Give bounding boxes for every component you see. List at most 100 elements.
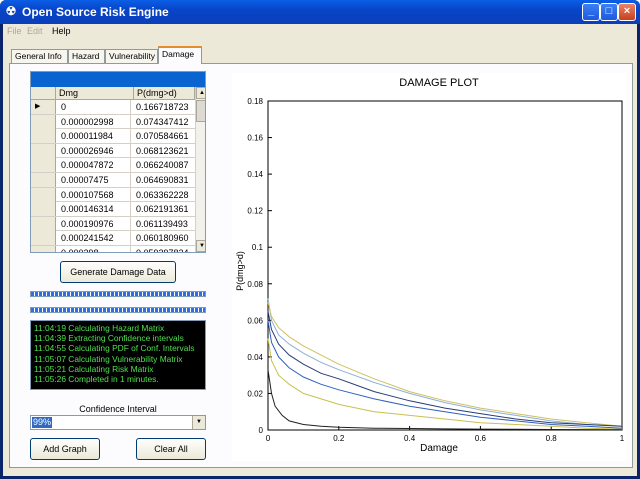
cell-dmg[interactable]: 0.000190976	[59, 216, 131, 231]
cell-prob[interactable]: 0.062191361	[134, 202, 195, 216]
close-button[interactable]: ×	[618, 3, 636, 21]
row-selector[interactable]	[31, 143, 56, 158]
tab-hazard[interactable]: Hazard	[68, 49, 105, 63]
chevron-down-icon[interactable]: ▼	[192, 416, 205, 429]
row-selector[interactable]	[31, 187, 56, 202]
table-row[interactable]: 0.000011984 0.070584661	[31, 129, 195, 144]
cell-prob[interactable]: 0.066240087	[134, 158, 195, 172]
table-row[interactable]: 0.000002998 0.074347412	[31, 114, 195, 130]
x-tick-label: 0	[266, 434, 271, 443]
table-row[interactable]: 0.000047872 0.066240087	[31, 158, 195, 173]
title-bar[interactable]: ☢ Open Source Risk Engine _ □ ×	[0, 0, 640, 24]
log-line: 11:04:55 Calculating PDF of Conf. Interv…	[34, 343, 195, 354]
row-selector[interactable]	[31, 114, 56, 129]
damage-plot-svg: DAMAGE PLOT Damage P(dmg>d) 0 0.02 0.04 0.0…	[232, 73, 626, 461]
tab-vulnerability[interactable]: Vulnerability	[105, 49, 158, 63]
cell-dmg[interactable]: 0.000047872	[59, 158, 131, 173]
y-tick-label: 0.16	[247, 134, 263, 143]
status-log: 11:04:19 Calculating Hazard Matrix 11:04:…	[30, 320, 206, 390]
cell-prob[interactable]: 0.166718723	[134, 100, 195, 114]
damage-plot: DAMAGE PLOT Damage P(dmg>d) 0 0.02 0.04 0.0…	[232, 73, 626, 461]
table-row[interactable]: 0.000190976 0.061139493	[31, 216, 195, 232]
menu-edit[interactable]: Edit	[27, 26, 43, 36]
cell-dmg[interactable]: 0.000107568	[59, 187, 131, 202]
minimize-button[interactable]: _	[582, 3, 600, 21]
table-body: ▶ 0 0.166718723 0.000002998 0.074347412 0.000…	[31, 100, 195, 252]
cell-prob[interactable]: 0.061139493	[134, 217, 195, 231]
cell-prob[interactable]: 0.059297824	[134, 246, 195, 252]
row-selector[interactable]	[31, 216, 56, 231]
scroll-thumb[interactable]	[196, 100, 205, 122]
cell-prob[interactable]: 0.070584661	[134, 129, 195, 143]
column-header-dmg[interactable]: Dmg	[56, 87, 134, 100]
cell-dmg[interactable]: 0.000011984	[59, 129, 131, 144]
y-tick-label: 0.06	[247, 316, 263, 325]
damage-table[interactable]: Dmg P(dmg>d) ▶ 0 0.166718723 0.000002998 0.0…	[30, 71, 206, 253]
table-scrollbar[interactable]: ▲ ▼	[195, 87, 205, 252]
table-row[interactable]: 0.0002980.059297824	[31, 245, 195, 252]
table-row[interactable]: ▶ 0 0.166718723	[31, 100, 195, 115]
x-tick-label: 0.2	[333, 434, 345, 443]
confidence-interval-select[interactable]: 99% ▼	[30, 415, 206, 430]
damage-panel: Dmg P(dmg>d) ▶ 0 0.166718723 0.000002998 0.0…	[9, 63, 633, 468]
progress-bar-1	[30, 291, 206, 297]
cell-dmg[interactable]: 0.000026946	[59, 143, 131, 158]
table-row[interactable]: 0.000146314 0.062191361	[31, 202, 195, 217]
cell-dmg[interactable]: 0	[59, 100, 131, 114]
cell-prob[interactable]: 0.060180960	[134, 231, 195, 245]
maximize-button[interactable]: □	[600, 3, 618, 21]
y-tick-label: 0.18	[247, 97, 263, 106]
window-title: Open Source Risk Engine	[22, 5, 169, 19]
confidence-interval-label: Confidence Interval	[79, 404, 157, 414]
cell-dmg[interactable]: 0.00007475	[59, 172, 131, 187]
scroll-up-button[interactable]: ▲	[196, 87, 205, 99]
log-line: 11:04:19 Calculating Hazard Matrix	[34, 323, 165, 333]
y-tick-label: 0.04	[247, 353, 263, 362]
column-header-prob[interactable]: P(dmg>d)	[134, 87, 195, 100]
log-line: 11:05:21 Calculating Risk Matrix	[34, 363, 154, 374]
table-row[interactable]: 0.000241542 0.060180960	[31, 231, 195, 246]
cell-dmg[interactable]: 0.000241542	[59, 231, 131, 246]
y-tick-label: 0	[259, 426, 264, 435]
app-icon: ☢	[5, 4, 17, 18]
client-area: File Edit Help General Info Hazard Vulne…	[3, 24, 637, 476]
table-header: Dmg P(dmg>d)	[31, 87, 195, 100]
app-window: ☢ Open Source Risk Engine _ □ × File Edi…	[0, 0, 640, 479]
row-selector[interactable]	[31, 129, 56, 144]
table-row[interactable]: 0.000107568 0.063362228	[31, 187, 195, 203]
tab-damage[interactable]: Damage	[158, 46, 202, 64]
cell-dmg[interactable]: 0.000298	[59, 245, 131, 252]
clear-all-button[interactable]: Clear All	[136, 438, 206, 460]
cell-dmg[interactable]: 0.000146314	[59, 202, 131, 217]
y-axis-label: P(dmg>d)	[235, 251, 245, 291]
x-tick-label: 1	[620, 434, 625, 443]
tab-general-info[interactable]: General Info	[11, 49, 68, 63]
row-selector[interactable]	[31, 202, 56, 217]
chart-title: DAMAGE PLOT	[399, 77, 479, 89]
row-selector[interactable]	[31, 245, 56, 252]
add-graph-button[interactable]: Add Graph	[30, 438, 100, 460]
scroll-down-button[interactable]: ▼	[196, 240, 205, 252]
table-row[interactable]: 0.000026946 0.068123621	[31, 143, 195, 159]
row-selector[interactable]	[31, 172, 56, 187]
cell-prob[interactable]: 0.074347412	[134, 115, 195, 129]
cell-prob[interactable]: 0.063362228	[134, 188, 195, 202]
y-tick-label: 0.02	[247, 389, 263, 398]
cell-prob[interactable]: 0.064690831	[134, 173, 195, 187]
generate-damage-data-button[interactable]: Generate Damage Data	[60, 261, 176, 283]
progress-bar-2	[30, 307, 206, 313]
log-line: 11:04:39 Extracting Confidence intervals	[34, 333, 184, 344]
row-selector-header	[31, 87, 56, 100]
menu-help[interactable]: Help	[52, 26, 71, 36]
cell-dmg[interactable]: 0.000002998	[59, 114, 131, 129]
cell-prob[interactable]: 0.068123621	[134, 144, 195, 158]
log-line: 11:05:26 Completed in 1 minutes.	[34, 373, 159, 384]
x-tick-label: 0.4	[404, 434, 416, 443]
menu-bar: File Edit Help	[3, 24, 637, 38]
row-selector[interactable]	[31, 231, 56, 246]
x-tick-label: 0.8	[546, 434, 558, 443]
row-selector[interactable]	[31, 158, 56, 173]
table-row[interactable]: 0.00007475 0.064690831	[31, 172, 195, 188]
current-row-arrow-icon[interactable]: ▶	[31, 100, 56, 114]
menu-file[interactable]: File	[7, 26, 22, 36]
